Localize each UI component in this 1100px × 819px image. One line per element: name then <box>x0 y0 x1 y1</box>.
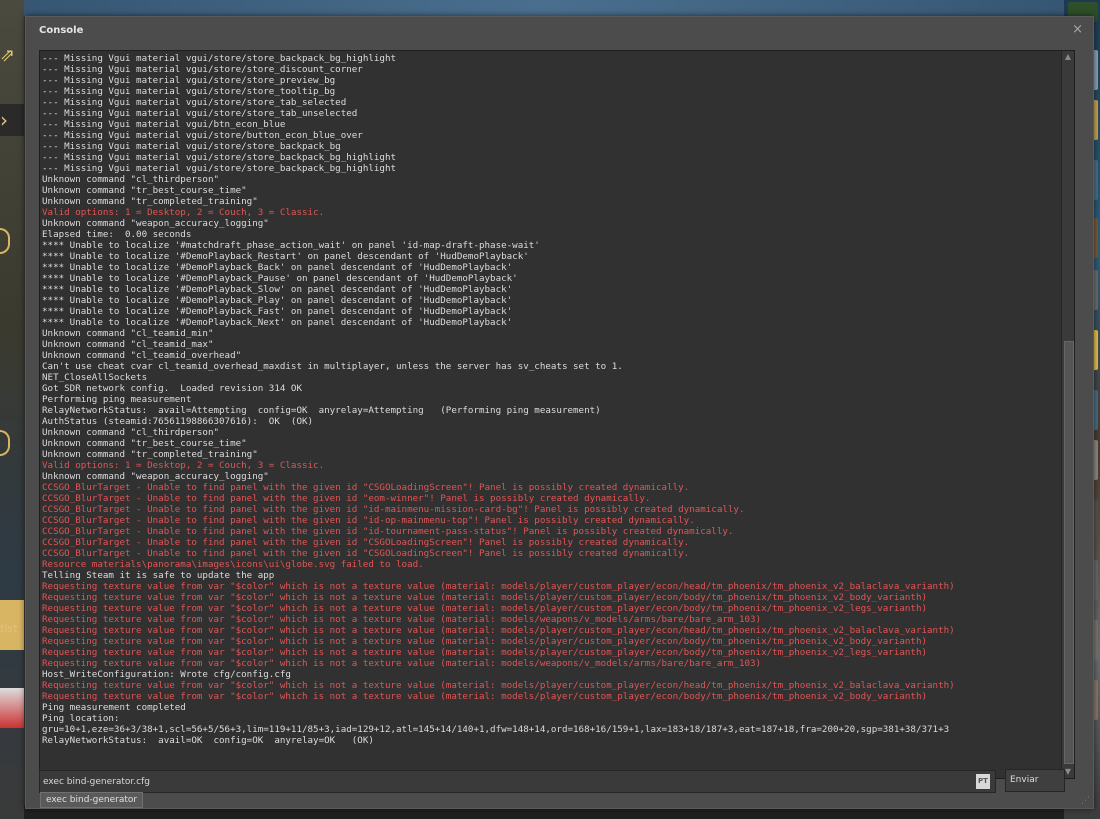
log-line: Requesting texture value from var "$colo… <box>42 680 955 691</box>
scrollbar[interactable]: ▲ ▼ <box>1061 51 1074 778</box>
background-label: tist <box>0 622 18 635</box>
log-line: Unknown command "cl_teamid_min" <box>42 328 214 339</box>
ring-icon <box>0 430 10 456</box>
log-line: **** Unable to localize '#matchdraft_pha… <box>42 240 540 251</box>
log-line: CCSGO_BlurTarget - Unable to find panel … <box>42 515 695 526</box>
log-line: Requesting texture value from var "$colo… <box>42 592 928 603</box>
console-title: Console <box>39 25 84 36</box>
log-line: Telling Steam it is safe to update the a… <box>42 570 275 581</box>
log-line: RelayNetworkStatus: avail=Attempting con… <box>42 405 601 416</box>
ring-icon <box>0 228 10 254</box>
log-line: Unknown command "cl_teamid_max" <box>42 339 214 350</box>
log-line: Host_WriteConfiguration: Wrote cfg/confi… <box>42 669 291 680</box>
console-log: --- Missing Vgui material vgui/store/sto… <box>42 53 1060 776</box>
log-line: Performing ping measurement <box>42 394 192 405</box>
log-line: --- Missing Vgui material vgui/store/sto… <box>42 64 363 75</box>
console-window: Console × --- Missing Vgui material vgui… <box>25 16 1094 809</box>
log-line: CCSGO_BlurTarget - Unable to find panel … <box>42 493 651 504</box>
log-line: Requesting texture value from var "$colo… <box>42 614 762 625</box>
log-line: Elapsed time: 0.00 seconds <box>42 229 192 240</box>
log-line: Valid options: 1 = Desktop, 2 = Couch, 3… <box>42 207 325 218</box>
log-line: NET_CloseAllSockets <box>42 372 148 383</box>
log-line: CCSGO_BlurTarget - Unable to find panel … <box>42 537 690 548</box>
log-line: Unknown command "tr_completed_training" <box>42 196 258 207</box>
log-line: Valid options: 1 = Desktop, 2 = Couch, 3… <box>42 460 325 471</box>
log-line: Ping measurement completed <box>42 702 186 713</box>
log-line: Ping location: <box>42 713 120 724</box>
log-line: Unknown command "tr_best_course_time" <box>42 185 247 196</box>
share-icon: ⇗ <box>0 45 16 66</box>
log-line: --- Missing Vgui material vgui/btn_econ_… <box>42 119 286 130</box>
log-line: --- Missing Vgui material vgui/store/sto… <box>42 108 358 119</box>
log-line: **** Unable to localize '#DemoPlayback_P… <box>42 295 513 306</box>
log-line: Unknown command "tr_best_course_time" <box>42 438 247 449</box>
console-output[interactable]: --- Missing Vgui material vgui/store/sto… <box>39 50 1075 779</box>
log-line: --- Missing Vgui material vgui/store/sto… <box>42 75 336 86</box>
log-line: Requesting texture value from var "$colo… <box>42 658 762 669</box>
log-line: Requesting texture value from var "$colo… <box>42 691 928 702</box>
log-line: --- Missing Vgui material vgui/store/but… <box>42 130 363 141</box>
log-line: **** Unable to localize '#DemoPlayback_B… <box>42 262 513 273</box>
log-line: Can't use cheat cvar cl_teamid_overhead_… <box>42 361 623 372</box>
log-line: Requesting texture value from var "$colo… <box>42 581 955 592</box>
thumbnail-tile <box>0 688 24 728</box>
log-line: --- Missing Vgui material vgui/store/sto… <box>42 141 341 152</box>
log-line: Requesting texture value from var "$colo… <box>42 636 928 647</box>
log-line: Got SDR network config. Loaded revision … <box>42 383 302 394</box>
input-language-badge: PT <box>976 774 990 789</box>
log-line: RelayNetworkStatus: avail=OK config=OK a… <box>42 735 374 746</box>
background-hud-top <box>24 0 1064 16</box>
log-line: Requesting texture value from var "$colo… <box>42 603 928 614</box>
command-input-row: PT <box>39 770 996 793</box>
log-line: **** Unable to localize '#DemoPlayback_S… <box>42 284 513 295</box>
scroll-thumb[interactable] <box>1064 341 1074 764</box>
log-line: Unknown command "cl_thirdperson" <box>42 427 220 438</box>
log-line: --- Missing Vgui material vgui/store/sto… <box>42 97 347 108</box>
log-line: **** Unable to localize '#DemoPlayback_P… <box>42 273 518 284</box>
submit-button[interactable]: Enviar <box>1005 769 1065 792</box>
log-line: Resource materials\panorama\images\icons… <box>42 559 424 570</box>
scroll-up-icon[interactable]: ▲ <box>1062 51 1074 63</box>
log-line: Unknown command "weapon_accuracy_logging… <box>42 471 269 482</box>
log-line: **** Unable to localize '#DemoPlayback_F… <box>42 306 513 317</box>
log-line: **** Unable to localize '#DemoPlayback_R… <box>42 251 529 262</box>
log-line: CCSGO_BlurTarget - Unable to find panel … <box>42 548 690 559</box>
command-input[interactable] <box>40 771 970 792</box>
log-line: CCSGO_BlurTarget - Unable to find panel … <box>42 526 734 537</box>
log-line: Requesting texture value from var "$colo… <box>42 625 955 636</box>
log-line: Requesting texture value from var "$colo… <box>42 647 928 658</box>
resize-grip-icon[interactable]: ⋰ <box>1081 796 1090 806</box>
close-icon[interactable]: × <box>1072 22 1083 37</box>
log-line: CCSGO_BlurTarget - Unable to find panel … <box>42 504 745 515</box>
log-line: Unknown command "tr_completed_training" <box>42 449 258 460</box>
chevron-right-icon: › <box>0 104 24 136</box>
log-line: Unknown command "cl_teamid_overhead" <box>42 350 242 361</box>
log-line: Unknown command "cl_thirdperson" <box>42 174 220 185</box>
background-hud-left: ⇗ › tist <box>0 0 24 819</box>
log-line: --- Missing Vgui material vgui/store/sto… <box>42 53 397 64</box>
autocomplete-suggestion[interactable]: exec bind-generator <box>40 792 144 808</box>
log-line: **** Unable to localize '#DemoPlayback_N… <box>42 317 513 328</box>
log-line: gru=10+1,eze=36+3/38+1,scl=56+5/56+3,lim… <box>42 724 950 735</box>
log-line: Unknown command "weapon_accuracy_logging… <box>42 218 269 229</box>
console-titlebar[interactable]: Console × <box>26 17 1093 41</box>
log-line: --- Missing Vgui material vgui/store/sto… <box>42 163 397 174</box>
log-line: AuthStatus (steamid:76561198866307616): … <box>42 416 314 427</box>
log-line: --- Missing Vgui material vgui/store/sto… <box>42 86 336 97</box>
log-line: CCSGO_BlurTarget - Unable to find panel … <box>42 482 690 493</box>
log-line: --- Missing Vgui material vgui/store/sto… <box>42 152 397 163</box>
